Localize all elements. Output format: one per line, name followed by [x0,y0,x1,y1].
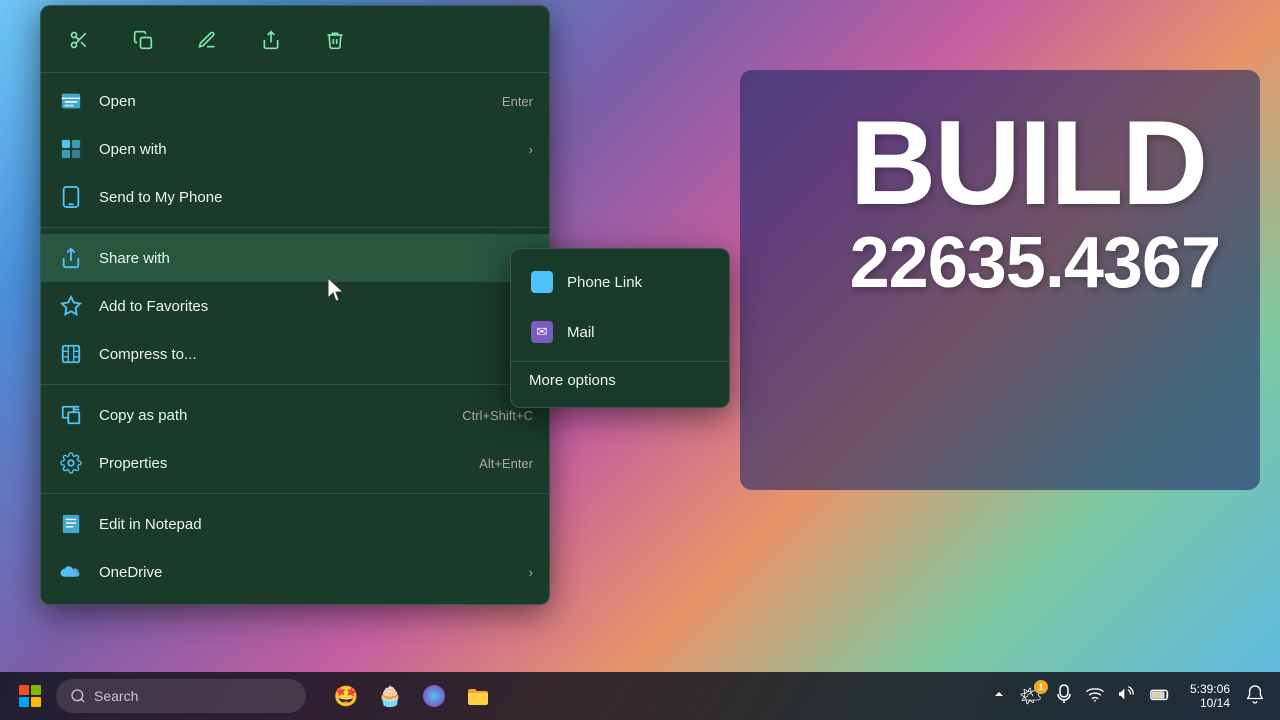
weather-notification[interactable]: 🌤 1 [1015,682,1046,711]
divider-3 [41,493,549,494]
menu-item-compress[interactable]: Compress to... › [41,330,549,378]
copy-path-label: Copy as path [99,407,448,424]
toolbar-rename-button[interactable] [189,22,225,58]
share-with-submenu: Phone Link ✉ Mail More options [510,248,730,408]
open-with-arrow: › [529,142,533,157]
copilot-icon [422,684,446,708]
compress-label: Compress to... [99,346,515,363]
properties-shortcut: Alt+Enter [479,456,533,471]
toolbar-delete-button[interactable] [317,22,353,58]
properties-icon [57,449,85,477]
clock-display[interactable]: 5:39:06 10/14 [1184,680,1236,712]
context-menu: Open Enter Open with › [40,5,550,605]
open-icon [57,87,85,115]
submenu-more-options[interactable]: More options [511,361,729,399]
microphone-icon [1056,684,1072,704]
onedrive-label: OneDrive [99,564,515,581]
chevron-up-icon [993,688,1005,700]
menu-item-open[interactable]: Open Enter [41,77,549,125]
phone-link-icon [529,269,555,295]
wifi-button[interactable] [1082,682,1108,711]
add-favorites-label: Add to Favorites [99,298,533,315]
open-with-label: Open with [99,141,515,158]
edit-notepad-label: Edit in Notepad [99,516,533,533]
phone-link-label: Phone Link [567,274,642,291]
clock-time: 5:39:06 [1190,682,1230,696]
mail-label: Mail [567,324,595,341]
mail-icon: ✉ [529,319,555,345]
send-to-phone-icon [57,183,85,211]
clock-date: 10/14 [1200,696,1230,710]
desktop: BUILD 22635.4367 [0,0,1280,720]
notification-badge: 1 [1034,680,1048,694]
compress-icon [57,340,85,368]
menu-item-send-to-phone[interactable]: Send to My Phone [41,173,549,221]
share-with-icon [57,244,85,272]
menu-item-share-with[interactable]: Share with › [41,234,549,282]
onedrive-arrow: › [529,565,533,580]
tray-chevron[interactable] [989,683,1009,709]
search-label: Search [94,688,138,704]
search-icon [70,688,86,704]
wifi-icon [1086,686,1104,702]
battery-button[interactable]: ⚡ [1146,682,1174,711]
taskbar-apps: 🤩 🧁 [326,676,498,716]
taskbar: Search 🤩 🧁 [0,672,1280,720]
send-to-phone-label: Send to My Phone [99,189,533,206]
open-shortcut: Enter [502,94,533,109]
properties-label: Properties [99,455,465,472]
taskbar-app-copilot[interactable] [414,676,454,716]
menu-item-onedrive[interactable]: OneDrive › [41,548,549,596]
bell-icon [1246,684,1264,704]
windows-logo [19,685,41,707]
context-menu-toolbar [41,14,549,73]
more-options-label: More options [529,372,616,389]
submenu-item-mail[interactable]: ✉ Mail [511,307,729,357]
notification-bell[interactable] [1242,680,1268,713]
menu-item-edit-notepad[interactable]: Edit in Notepad [41,500,549,548]
mic-button[interactable] [1052,680,1076,713]
build-number: 22635.4367 [850,226,1220,302]
toolbar-share-button[interactable] [253,22,289,58]
menu-item-properties[interactable]: Properties Alt+Enter [41,439,549,487]
taskbar-app-emoji1[interactable]: 🤩 [326,676,366,716]
add-favorites-icon [57,292,85,320]
edit-notepad-icon [57,510,85,538]
battery-icon: ⚡ [1150,686,1170,702]
build-title: BUILD [850,100,1220,226]
taskbar-app-explorer[interactable] [458,676,498,716]
submenu-item-phone-link[interactable]: Phone Link [511,257,729,307]
taskbar-app-emoji2[interactable]: 🧁 [370,676,410,716]
volume-button[interactable] [1114,682,1140,711]
start-button[interactable] [12,678,48,714]
share-with-label: Share with [99,250,515,267]
toolbar-copy-button[interactable] [125,22,161,58]
copy-path-shortcut: Ctrl+Shift+C [462,408,533,423]
divider-2 [41,384,549,385]
taskbar-right: 🌤 1 [989,680,1268,713]
explorer-icon [466,685,490,707]
toolbar-cut-button[interactable] [61,22,97,58]
onedrive-icon [57,558,85,586]
taskbar-search[interactable]: Search [56,679,306,713]
menu-item-open-with[interactable]: Open with › [41,125,549,173]
menu-item-copy-path[interactable]: Copy as path Ctrl+Shift+C [41,391,549,439]
copy-path-icon [57,401,85,429]
divider-1 [41,227,549,228]
svg-text:⚡: ⚡ [1154,691,1162,699]
menu-item-add-favorites[interactable]: Add to Favorites [41,282,549,330]
open-with-icon [57,135,85,163]
build-text: BUILD 22635.4367 [850,100,1220,302]
volume-icon [1118,686,1136,702]
open-label: Open [99,93,488,110]
